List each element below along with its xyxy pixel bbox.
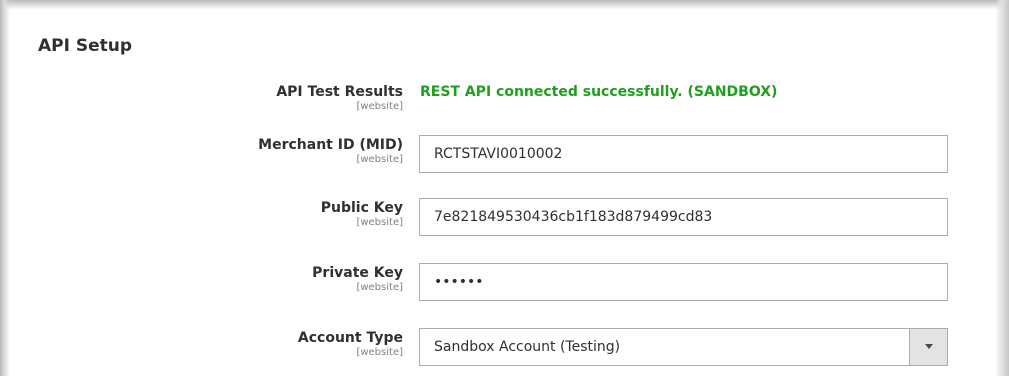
private-key-label-block: Private Key [website] [312,265,403,294]
public-key-scope: [website] [356,217,403,228]
merchant-id-scope: [website] [356,154,403,165]
api-test-results-scope: [website] [356,101,403,112]
public-key-label: Public Key [320,200,403,216]
account-type-label-block: Account Type [website] [298,330,403,359]
account-type-scope: [website] [356,347,403,358]
private-key-scope: [website] [356,282,403,293]
account-type-label: Account Type [297,330,403,346]
api-test-results-label: API Test Results [276,84,403,100]
account-type-selected-value: Sandbox Account (Testing) [434,339,621,355]
api-test-results-label-block: API Test Results [website] [276,84,403,113]
private-key-label: Private Key [312,265,403,281]
api-setup-panel: API Setup API Test Results [website] RES… [0,0,1009,376]
merchant-id-label-block: Merchant ID (MID) [website] [258,137,403,166]
account-type-select[interactable]: Sandbox Account (Testing) [419,328,948,366]
panel-shadow-left [0,0,10,376]
panel-shadow-right [995,0,1009,376]
private-key-input[interactable] [419,263,948,301]
chevron-down-icon [925,344,933,349]
api-test-status: REST API connected successfully. (SANDBO… [420,84,778,100]
public-key-label-block: Public Key [website] [321,200,403,229]
panel-shadow-top [0,0,1009,10]
public-key-input[interactable] [419,198,948,236]
merchant-id-label: Merchant ID (MID) [258,137,403,153]
merchant-id-input[interactable] [419,135,948,173]
account-type-dropdown-button[interactable] [909,329,947,365]
section-title: API Setup [38,36,133,56]
